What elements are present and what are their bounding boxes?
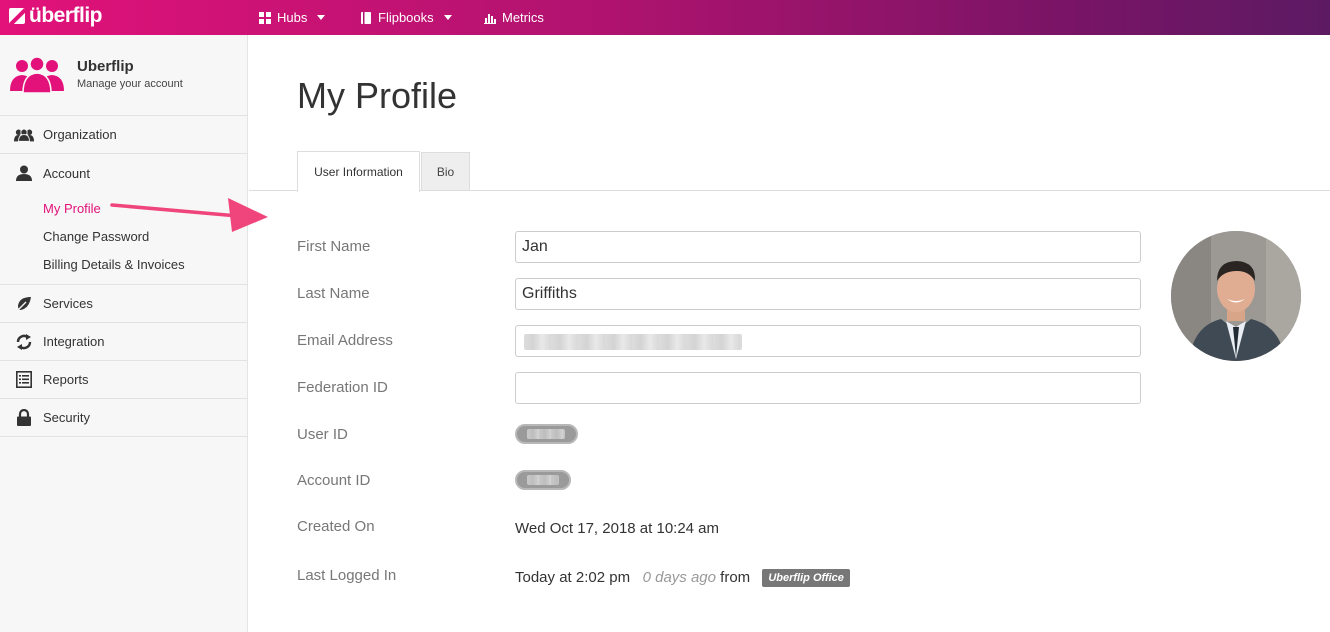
last-name-label: Last Name xyxy=(297,285,370,302)
logo-mark-icon xyxy=(9,8,25,24)
sidebar-item-label: Security xyxy=(43,410,90,425)
sidebar-item-label: Services xyxy=(43,296,93,311)
account-id-label: Account ID xyxy=(297,472,371,489)
lock-icon xyxy=(14,409,34,427)
book-icon xyxy=(361,11,371,24)
refresh-icon xyxy=(14,333,34,351)
account-id-badge xyxy=(515,470,571,490)
sidebar-subitem-billing[interactable]: Billing Details & Invoices xyxy=(0,251,247,279)
profile-photo xyxy=(1171,231,1301,361)
user-id-label: User ID xyxy=(297,426,348,443)
last-name-input[interactable] xyxy=(515,278,1141,310)
nav-metrics[interactable]: Metrics xyxy=(484,0,544,35)
sidebar-item-reports[interactable]: Reports xyxy=(0,361,247,399)
chevron-down-icon xyxy=(443,15,452,20)
email-label: Email Address xyxy=(297,332,393,349)
brand-title: Uberflip xyxy=(77,58,134,75)
chevron-down-icon xyxy=(317,15,326,20)
sidebar: Uberflip Manage your account Organizatio… xyxy=(0,35,248,632)
tab-user-information[interactable]: User Information xyxy=(297,151,420,192)
user-icon xyxy=(14,164,34,182)
profile-tabs: User Information Bio xyxy=(249,151,1330,192)
users-icon xyxy=(14,126,34,144)
bar-chart-icon xyxy=(484,13,496,24)
tab-bio[interactable]: Bio xyxy=(421,152,470,190)
sidebar-item-integration[interactable]: Integration xyxy=(0,323,247,361)
users-group-icon xyxy=(10,57,64,93)
email-input[interactable] xyxy=(515,325,1141,357)
logo-text: überflip xyxy=(29,4,103,27)
sidebar-item-security[interactable]: Security xyxy=(0,399,247,437)
nav-metrics-label: Metrics xyxy=(502,10,544,25)
sidebar-item-label: Reports xyxy=(43,372,89,387)
sidebar-item-organization[interactable]: Organization xyxy=(0,116,247,154)
blurred-user-id xyxy=(527,429,565,439)
created-on-label: Created On xyxy=(297,518,375,535)
federation-id-label: Federation ID xyxy=(297,379,388,396)
nav-hubs[interactable]: Hubs xyxy=(259,0,326,35)
sidebar-item-label: Account xyxy=(43,165,90,181)
uberflip-logo[interactable]: überflip xyxy=(9,4,103,27)
last-login-from: from xyxy=(720,569,751,586)
federation-id-input[interactable] xyxy=(515,372,1141,404)
first-name-label: First Name xyxy=(297,238,371,255)
main-content: My Profile User Information Bio First Na… xyxy=(249,35,1330,632)
sidebar-item-label: Organization xyxy=(43,127,117,142)
page-title: My Profile xyxy=(297,75,458,116)
sidebar-item-services[interactable]: Services xyxy=(0,285,247,323)
avatar[interactable] xyxy=(1171,231,1301,361)
sidebar-item-account[interactable]: Account xyxy=(0,154,247,192)
last-logged-in-label: Last Logged In xyxy=(297,567,397,584)
leaf-icon xyxy=(14,295,34,313)
first-name-input[interactable] xyxy=(515,231,1141,263)
last-logged-in-value: Today at 2:02 pm 0 days ago from Uberfli… xyxy=(515,569,850,587)
grid-icon xyxy=(259,11,271,24)
created-on-value: Wed Oct 17, 2018 at 10:24 am xyxy=(515,520,720,537)
user-id-badge xyxy=(515,424,578,444)
nav-flipbooks[interactable]: Flipbooks xyxy=(360,0,452,35)
sidebar-item-label: Integration xyxy=(43,334,105,349)
top-navigation-bar: überflip Hubs Flipbooks Metrics xyxy=(0,0,1330,35)
nav-flipbooks-label: Flipbooks xyxy=(378,10,434,25)
annotation-arrow-icon xyxy=(110,198,268,232)
brand-subtitle: Manage your account xyxy=(77,78,183,90)
last-login-time: Today at 2:02 pm xyxy=(515,569,631,586)
location-badge: Uberflip Office xyxy=(762,569,850,587)
last-login-ago: 0 days ago xyxy=(642,569,716,586)
blurred-email-value xyxy=(524,334,742,350)
blurred-account-id xyxy=(527,475,559,485)
sidebar-brand: Uberflip Manage your account xyxy=(0,35,247,116)
list-icon xyxy=(14,371,34,389)
nav-hubs-label: Hubs xyxy=(277,10,308,25)
